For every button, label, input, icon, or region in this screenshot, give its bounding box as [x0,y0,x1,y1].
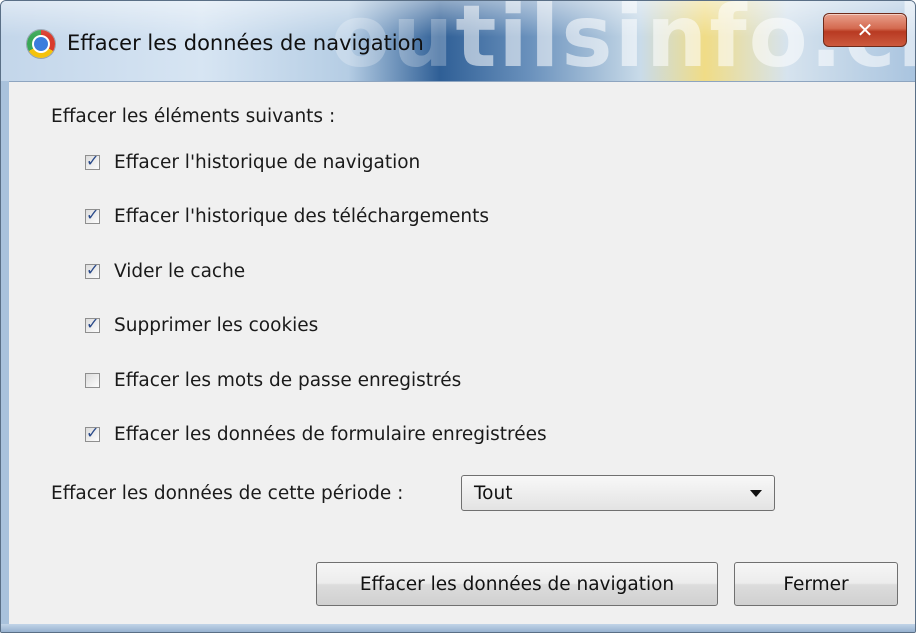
checkbox-label: Effacer les mots de passe enregistrés [114,369,462,391]
title-bar[interactable]: outilsinfo.ch Effacer les données de nav… [1,1,915,87]
checkbox-row-history[interactable]: Effacer l'historique de navigation [85,149,420,175]
close-x-icon: ✕ [856,18,874,42]
checkbox-cache[interactable] [85,260,100,279]
close-window-button[interactable]: ✕ [823,13,907,47]
close-button[interactable]: Fermer [734,562,898,606]
dialog-body: Effacer les éléments suivants : Effacer … [9,81,915,625]
dialog-window: outilsinfo.ch Effacer les données de nav… [0,0,916,633]
checkbox-label: Effacer l'historique de navigation [114,151,421,173]
checkbox-form-data[interactable] [85,423,100,442]
dropdown-arrow-icon [750,490,762,497]
checkbox-label: Vider le cache [114,260,246,282]
checkbox-row-cookies[interactable]: Supprimer les cookies [85,312,318,338]
checkbox-history[interactable] [85,151,100,170]
checkbox-passwords[interactable] [85,372,100,388]
checkbox-row-passwords[interactable]: Effacer les mots de passe enregistrés [85,367,461,393]
section-label: Effacer les éléments suivants : [51,106,336,127]
checkbox-row-downloads[interactable]: Effacer l'historique des téléchargements [85,203,489,229]
checkbox-downloads[interactable] [85,205,100,224]
window-frame-bottom [1,624,915,632]
period-label: Effacer les données de cette période : [51,483,404,504]
clear-browsing-data-button[interactable]: Effacer les données de navigation [316,562,718,606]
checkbox-label: Supprimer les cookies [114,314,319,336]
checkbox-label: Effacer l'historique des téléchargements [114,205,490,227]
chrome-logo-icon [27,30,55,58]
checkbox-cookies[interactable] [85,314,100,333]
checkbox-row-form-data[interactable]: Effacer les données de formulaire enregi… [85,421,547,447]
period-select[interactable]: Tout [461,475,775,511]
checkbox-row-cache[interactable]: Vider le cache [85,258,245,284]
window-title: Effacer les données de navigation [67,31,424,55]
checkbox-label: Effacer les données de formulaire enregi… [114,423,547,445]
period-select-value: Tout [474,482,513,504]
